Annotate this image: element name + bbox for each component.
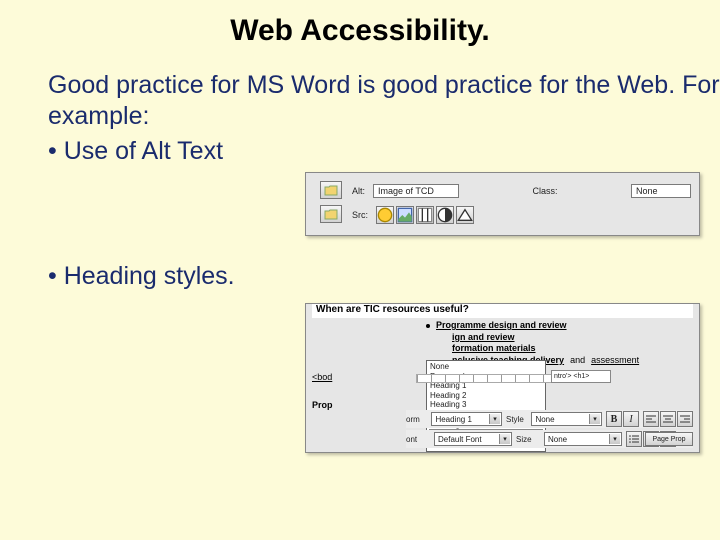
contrast-icon[interactable] (436, 206, 454, 224)
align-center-button[interactable] (660, 411, 676, 427)
align-left-button[interactable] (643, 411, 659, 427)
slide-title: Web Accessibility. (0, 0, 720, 48)
document-heading: When are TIC resources useful? (312, 304, 693, 318)
chevron-down-icon: ▾ (589, 414, 600, 424)
font-select[interactable]: Default Font▾ (434, 432, 512, 446)
format-toolbar: orm Heading 1▾ Style None▾ B I (406, 410, 693, 428)
map-icon[interactable] (416, 206, 434, 224)
format-select[interactable]: Heading 1▾ (431, 412, 502, 426)
class-label: Class: (533, 186, 558, 196)
chevron-down-icon: ▾ (499, 434, 510, 444)
list-button[interactable] (626, 431, 642, 447)
alt-label: Alt: (352, 186, 365, 196)
bold-button[interactable]: B (606, 411, 622, 427)
alt-text-panel: Alt: Image of TCD Class: None Src: (305, 172, 700, 236)
chevron-down-icon: ▾ (489, 414, 500, 424)
left-column: <bod Prop (312, 372, 417, 410)
size-select[interactable]: None▾ (544, 432, 622, 446)
italic-button[interactable]: I (623, 411, 639, 427)
picture-icon[interactable] (396, 206, 414, 224)
align-right-button[interactable] (677, 411, 693, 427)
style-select[interactable]: None▾ (531, 412, 602, 426)
bullet-alt-text: • Use of Alt Text (0, 133, 720, 166)
folder-icon[interactable] (320, 205, 342, 223)
alt-input[interactable]: Image of TCD (373, 184, 459, 198)
chevron-down-icon: ▾ (609, 434, 620, 444)
class-select[interactable]: None (631, 184, 691, 198)
src-label: Src: (352, 210, 368, 220)
globe-icon[interactable] (376, 206, 394, 224)
page-properties-button[interactable]: Page Prop (645, 432, 693, 446)
triangle-icon[interactable] (456, 206, 474, 224)
heading-styles-panel: When are TIC resources useful? Programme… (305, 303, 700, 453)
folder-icon[interactable] (320, 181, 342, 199)
body-paragraph: Good practice for MS Word is good practi… (0, 48, 720, 133)
code-hint: ntro'> <h1> (551, 370, 611, 383)
